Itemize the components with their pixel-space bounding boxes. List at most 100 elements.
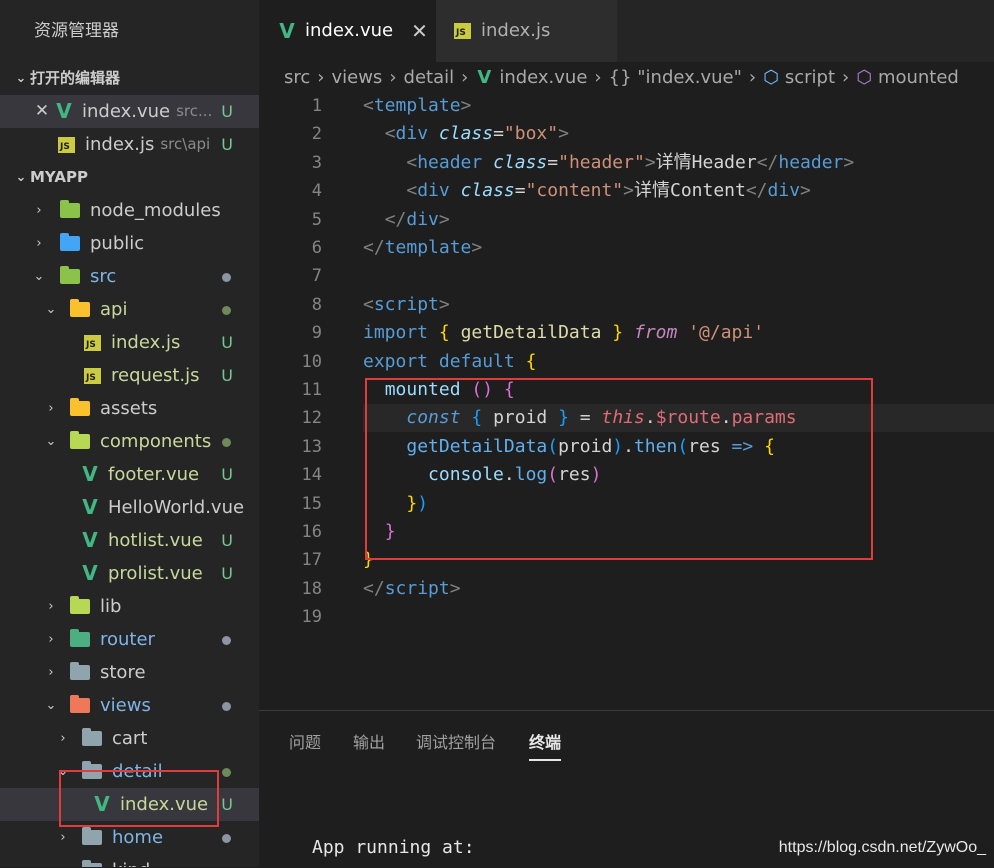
- header-text: 详情Header: [655, 151, 757, 173]
- open-editor-name: index.js: [85, 134, 155, 155]
- modified-dot: [222, 702, 231, 711]
- tree-item-router[interactable]: › router: [0, 623, 259, 656]
- line-number: 8: [311, 294, 322, 315]
- line-number: 16: [301, 522, 322, 542]
- tree-item-views[interactable]: ⌄ views: [0, 689, 259, 722]
- breadcrumb-script[interactable]: script: [785, 67, 835, 88]
- chevron-right-icon: ›: [60, 731, 66, 746]
- folder-open-icon: [70, 431, 90, 449]
- chevron-right-icon: ›: [748, 66, 757, 88]
- breadcrumb-detail[interactable]: detail: [404, 67, 455, 88]
- chevron-right-icon: ›: [48, 665, 54, 680]
- code-line-3: <header class="header">详情Header</header>: [406, 151, 855, 173]
- folder-open-icon: [60, 266, 80, 284]
- chevron-down-icon: ⌄: [45, 302, 57, 317]
- tree-item-api-request[interactable]: JS request.js U: [0, 359, 259, 392]
- breadcrumb-object[interactable]: {} "index.vue": [609, 67, 742, 88]
- tree-item-label: request.js: [111, 365, 200, 386]
- vue-file-icon: V: [477, 66, 492, 88]
- tree-item-lib[interactable]: › lib: [0, 590, 259, 623]
- vue-file-icon: V: [82, 561, 98, 585]
- status-badge: U: [221, 102, 233, 121]
- chevron-right-icon: ›: [36, 236, 42, 251]
- modified-dot: [222, 768, 231, 777]
- tab-index-js[interactable]: JS index.js: [436, 0, 617, 62]
- close-icon[interactable]: ✕: [34, 95, 50, 128]
- tree-item-kind[interactable]: › kind: [0, 854, 259, 867]
- tree-item-label: components: [100, 431, 212, 452]
- import-path: '@/api': [688, 322, 765, 344]
- js-file-icon: JS: [58, 136, 75, 153]
- close-icon[interactable]: ✕: [411, 0, 428, 62]
- tab-problems[interactable]: 问题: [289, 729, 321, 753]
- line-number: 14: [301, 465, 322, 486]
- explorer-title: 资源管理器: [34, 21, 119, 41]
- tree-item-api-index[interactable]: JS index.js U: [0, 326, 259, 359]
- breadcrumb-mounted[interactable]: mounted: [878, 67, 959, 88]
- tree-item-api[interactable]: ⌄ api: [0, 293, 259, 326]
- project-label: MYAPP: [30, 168, 88, 186]
- vue-file-icon: V: [82, 495, 98, 519]
- folder-icon: [70, 398, 90, 416]
- chevron-right-icon: ›: [48, 632, 54, 647]
- tree-item-node-modules[interactable]: › node_modules: [0, 194, 259, 227]
- open-editor-item-index-vue[interactable]: ✕ V index.vue src... U: [0, 95, 259, 128]
- watermark: https://blog.csdn.net/ZywOo_: [778, 839, 986, 856]
- line-number: 11: [301, 380, 322, 400]
- tab-terminal[interactable]: 终端: [529, 729, 562, 761]
- tree-item-hotlist[interactable]: V hotlist.vue U: [0, 524, 259, 557]
- modified-dot: [222, 834, 231, 843]
- open-editors-label: 打开的编辑器: [30, 69, 121, 87]
- folder-icon: [70, 629, 90, 647]
- chevron-down-icon: ⌄: [15, 170, 27, 185]
- breadcrumb-src[interactable]: src: [284, 67, 310, 88]
- tab-label: index.js: [481, 20, 551, 41]
- tab-label: index.vue: [305, 20, 394, 41]
- chevron-right-icon: ›: [54, 854, 72, 867]
- chevron-right-icon: ›: [461, 66, 469, 88]
- tab-output[interactable]: 输出: [353, 729, 385, 753]
- line-number: 1: [311, 96, 322, 116]
- tree-item-assets[interactable]: › assets: [0, 392, 259, 425]
- line-number: 12: [301, 408, 322, 429]
- tree-item-src[interactable]: ⌄ src: [0, 260, 259, 293]
- status-badge: U: [221, 366, 233, 385]
- folder-icon: [82, 860, 102, 867]
- open-editors-header[interactable]: ⌄ 打开的编辑器: [0, 62, 259, 95]
- open-editor-item-index-js[interactable]: JS index.js src\api U: [0, 128, 259, 161]
- tree-item-label: views: [100, 695, 151, 716]
- folder-icon: [82, 728, 102, 746]
- line-number: 7: [311, 266, 322, 287]
- tree-item-label: lib: [100, 596, 122, 617]
- line-number: 3: [311, 152, 322, 173]
- tab-debug-console[interactable]: 调试控制台: [416, 729, 496, 753]
- chevron-right-icon: ›: [317, 66, 325, 88]
- chevron-right-icon: ›: [48, 401, 54, 416]
- code-line-18: </script>: [363, 577, 461, 599]
- tree-item-store[interactable]: › store: [0, 656, 259, 689]
- modified-dot: [222, 273, 231, 282]
- chevron-right-icon: ›: [594, 66, 602, 88]
- breadcrumb-views[interactable]: views: [331, 67, 382, 88]
- tree-item-label: cart: [112, 728, 148, 749]
- project-header[interactable]: ⌄ MYAPP: [0, 161, 259, 194]
- tree-item-helloworld[interactable]: V HelloWorld.vue: [0, 491, 259, 524]
- line-number: 15: [301, 493, 322, 514]
- tree-item-footer[interactable]: V footer.vue U: [0, 458, 259, 491]
- content-text: 详情Content: [633, 180, 746, 202]
- chevron-down-icon: ⌄: [45, 698, 57, 713]
- code-editor[interactable]: 1 2 3 4 5 6 7 8 9 10 11 12 13 14 15 16 1…: [259, 92, 994, 710]
- status-badge: U: [221, 333, 233, 352]
- tab-index-vue[interactable]: V index.vue ✕: [259, 0, 452, 62]
- line-number: 18: [301, 578, 322, 599]
- modified-dot: [222, 636, 231, 645]
- tree-item-prolist[interactable]: V prolist.vue U: [0, 557, 259, 590]
- breadcrumb: src › views › detail › V index.vue › {} …: [259, 62, 994, 92]
- breadcrumb-file[interactable]: index.vue: [499, 67, 587, 88]
- code-line-8: <script>: [363, 293, 450, 315]
- tree-item-public[interactable]: › public: [0, 227, 259, 260]
- tree-item-components[interactable]: ⌄ components: [0, 425, 259, 458]
- js-file-icon: JS: [454, 23, 471, 39]
- highlight-box: [59, 770, 219, 827]
- tree-item-cart[interactable]: › cart: [0, 722, 259, 755]
